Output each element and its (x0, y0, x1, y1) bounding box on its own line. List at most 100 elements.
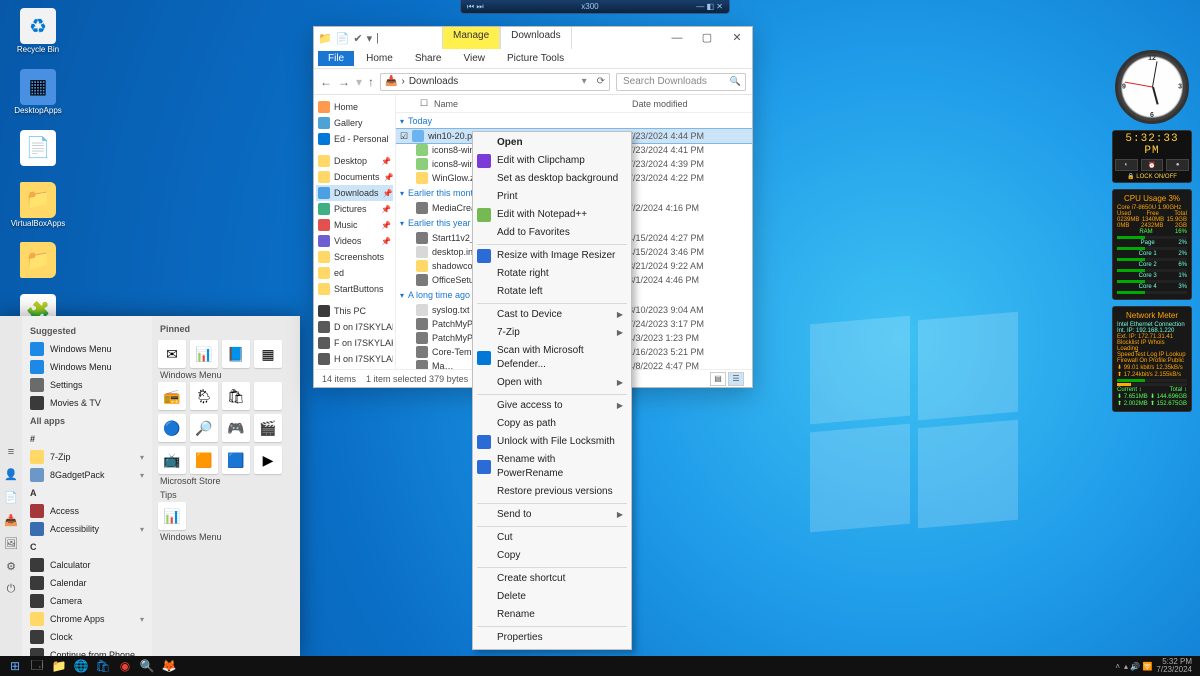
start-tile[interactable]: 🟧 (190, 446, 218, 474)
menu-item[interactable]: Copy as path (473, 415, 631, 433)
qat-button[interactable]: 📁 (318, 32, 332, 45)
menu-item[interactable]: Set as desktop background (473, 170, 631, 188)
ribbon-tab[interactable]: Home (356, 51, 403, 66)
menu-item[interactable]: Open with▶ (473, 374, 631, 392)
explorer-tab[interactable]: Manage (442, 27, 500, 49)
nav-item[interactable]: H on I7SKYLAKE (316, 351, 393, 367)
start-tile[interactable]: 📻 (158, 382, 186, 410)
letter-header[interactable]: C (24, 538, 150, 556)
recent-drop[interactable]: ▾ (356, 75, 362, 89)
res-winbtns[interactable]: — ◧ ✕ (696, 2, 723, 11)
nav-item[interactable]: StartButtons (316, 281, 393, 297)
app-icon[interactable]: 📄 (8, 130, 68, 168)
menu-item[interactable]: Give access to▶ (473, 397, 631, 415)
start-tile[interactable]: 📊 (158, 502, 186, 530)
app-item[interactable]: Clock (24, 628, 150, 646)
menu-item[interactable]: Edit with Notepad++ (473, 206, 631, 224)
back-button[interactable]: ← (320, 75, 332, 89)
nav-item[interactable]: Documents📌 (316, 169, 393, 185)
menu-item[interactable]: Rotate right (473, 265, 631, 283)
menu-item[interactable]: Copy (473, 547, 631, 565)
start-tile[interactable]: 🔵 (158, 414, 186, 442)
cpu-meter-gadget[interactable]: CPU Usage 3%Core i7-8650U 1.90GHzUsedFre… (1112, 189, 1192, 300)
forward-button[interactable]: → (338, 75, 350, 89)
res-prev-next[interactable]: ⏮ ⏭ (467, 2, 484, 12)
start-tile[interactable]: 🌦 (190, 382, 218, 410)
nav-item[interactable]: Videos📌 (316, 233, 393, 249)
start-tile[interactable]: 🎬 (254, 414, 282, 442)
tray-date[interactable]: 7/23/2024 (1156, 665, 1192, 674)
menu-item[interactable]: Send to▶ (473, 506, 631, 524)
app-item[interactable]: Camera (24, 592, 150, 610)
start-tile[interactable]: 🔎 (190, 414, 218, 442)
menu-item[interactable]: Restore previous versions (473, 483, 631, 501)
tile-group-label[interactable]: Windows Menu (156, 530, 296, 544)
menu-item[interactable]: Cut (473, 529, 631, 547)
start-tile[interactable]: 📊 (190, 340, 218, 368)
taskbar-chrome[interactable]: ◉ (114, 656, 136, 676)
up-button[interactable]: ↑ (368, 75, 374, 89)
qat-button[interactable]: ✔ (353, 32, 362, 45)
rail-button[interactable]: 👤 (4, 468, 18, 481)
col-name[interactable]: Name (434, 99, 632, 109)
tray-icons[interactable]: ▴ 🔊 🛜 (1124, 662, 1152, 671)
rail-button[interactable]: ⚙ (6, 560, 16, 573)
rail-button[interactable]: 🖼 (4, 537, 18, 550)
view-switcher[interactable]: ▤☰ (708, 372, 744, 386)
taskbar-search[interactable]: 🔍 (136, 656, 158, 676)
ribbon-tab[interactable]: Share (405, 51, 452, 66)
menu-item[interactable]: Scan with Microsoft Defender... (473, 342, 631, 374)
search-input[interactable]: Search Downloads (616, 73, 746, 91)
rail-button[interactable]: ⏻ (7, 583, 16, 596)
virtualbox-apps[interactable]: 📁 VirtualBoxApps (8, 182, 68, 229)
tile-group-label[interactable]: Tips (156, 488, 296, 502)
app-item[interactable]: Chrome Apps▾ (24, 610, 150, 628)
menu-item[interactable]: Edit with Clipchamp (473, 152, 631, 170)
qat-button[interactable]: 📄 (336, 32, 350, 45)
menu-item[interactable]: Unlock with File Locksmith (473, 433, 631, 451)
menu-item[interactable]: Add to Favorites (473, 224, 631, 242)
nav-item[interactable]: This PC (316, 303, 393, 319)
app-item[interactable]: Calendar (24, 574, 150, 592)
recycle-bin[interactable]: ♻ Recycle Bin (8, 8, 68, 55)
menu-item[interactable]: Resize with Image Resizer (473, 247, 631, 265)
menu-item[interactable]: Cast to Device▶ (473, 306, 631, 324)
games-folder[interactable]: 📁 (8, 242, 68, 280)
explorer-titlebar[interactable]: 📁📄✔▾| ManageDownloads — ▢ ✕ (314, 27, 752, 49)
start-tile[interactable]: 🎮 (222, 414, 250, 442)
ribbon-tab[interactable]: Picture Tools (497, 51, 574, 66)
resolution-widget[interactable]: ⏮ ⏭ x300 — ◧ ✕ (460, 0, 730, 14)
nav-item[interactable]: Downloads📌 (316, 185, 393, 201)
start-tile[interactable] (254, 382, 282, 410)
menu-item[interactable]: 7-Zip▶ (473, 324, 631, 342)
suggested-item[interactable]: Movies & TV (24, 394, 150, 412)
col-date[interactable]: Date modified (632, 99, 752, 109)
app-item[interactable]: Accessibility▾ (24, 520, 150, 538)
taskbar-start[interactable]: ⊞ (4, 656, 26, 676)
nav-item[interactable]: F on I7SKYLAKE (316, 335, 393, 351)
clock-gadget[interactable]: 12369 (1115, 50, 1189, 124)
taskbar-edge[interactable]: 🌐 (70, 656, 92, 676)
nav-item[interactable]: ed (316, 265, 393, 281)
menu-item[interactable]: Properties (473, 629, 631, 647)
menu-item[interactable]: Rotate left (473, 283, 631, 301)
desktop-apps[interactable]: ▦ DesktopApps (8, 69, 68, 116)
menu-item[interactable]: Rename with PowerRename (473, 451, 631, 483)
app-item[interactable]: Calculator (24, 556, 150, 574)
ribbon-tab[interactable]: File (318, 51, 354, 66)
taskbar-task-view[interactable]: 🗔 (26, 656, 48, 676)
tile-group-label[interactable]: Windows Menu (156, 368, 296, 382)
quick-access-toolbar[interactable]: 📁📄✔▾| (318, 32, 379, 45)
app-item[interactable]: Continue from Phone (24, 646, 150, 656)
taskbar-firefox[interactable]: 🦊 (158, 656, 180, 676)
start-tile[interactable]: ▶ (254, 446, 282, 474)
start-tile[interactable]: 📺 (158, 446, 186, 474)
qat-button[interactable]: | (376, 32, 379, 45)
rail-button[interactable]: ≡ (8, 446, 14, 458)
system-tray[interactable]: ˄ ▴ 🔊 🛜 5:32 PM 7/23/2024 (1111, 658, 1196, 674)
rail-button[interactable]: 📥 (4, 514, 18, 527)
letter-header[interactable]: A (24, 484, 150, 502)
start-tile[interactable]: 📘 (222, 340, 250, 368)
menu-item[interactable]: Create shortcut (473, 570, 631, 588)
menu-item[interactable]: Rename (473, 606, 631, 624)
